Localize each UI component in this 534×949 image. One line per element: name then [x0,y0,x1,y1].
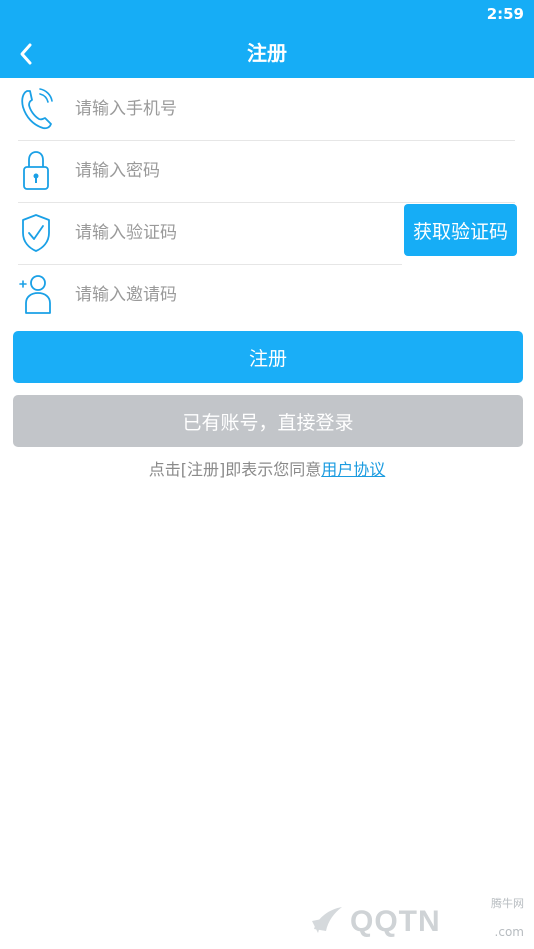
register-button[interactable]: 注册 [13,331,523,383]
password-input[interactable] [75,154,375,188]
watermark-domain: .com [494,925,524,939]
code-row [18,202,402,265]
invite-input[interactable] [75,278,375,312]
get-code-button[interactable]: 获取验证码 [404,204,517,256]
lock-icon [18,148,54,194]
phone-icon [18,86,54,132]
watermark: QQTN 腾牛网 .com [306,893,526,943]
password-row [18,140,515,203]
code-input[interactable] [75,216,355,250]
page-title: 注册 [247,41,287,65]
title-bar: 注册 [0,30,534,78]
watermark-brand: QQTN [350,905,441,938]
watermark-logo-icon [312,907,342,933]
login-button[interactable]: 已有账号，直接登录 [13,395,523,447]
user-agreement-link[interactable]: 用户协议 [321,460,385,479]
phone-input[interactable] [75,92,375,126]
watermark-cn: 腾牛网 [491,897,524,910]
agreement-prefix: 点击[注册]即表示您同意 [148,460,322,479]
agreement-text: 点击[注册]即表示您同意用户协议 [0,456,534,482]
add-user-icon [18,272,54,318]
shield-check-icon [18,210,54,256]
invite-row [18,264,515,326]
status-bar: 2:59 [0,0,534,30]
phone-row [18,78,515,141]
status-time: 2:59 [486,5,524,23]
